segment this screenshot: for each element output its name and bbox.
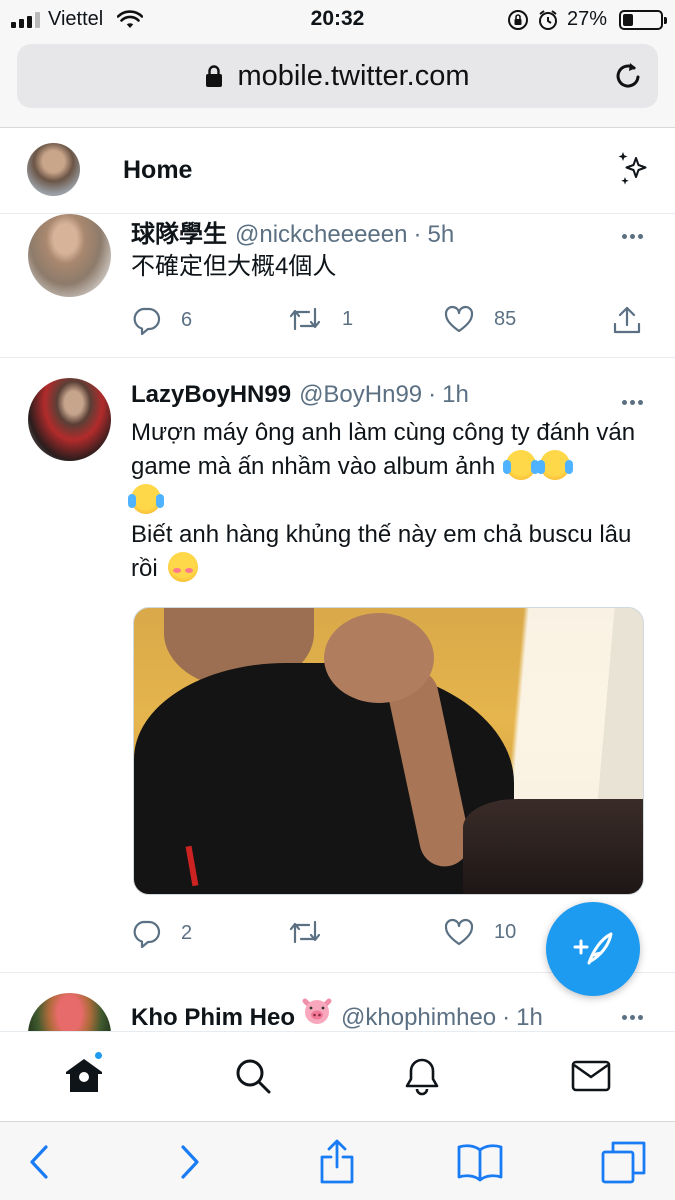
- tabs-button[interactable]: [599, 1137, 649, 1187]
- retweet-icon: [289, 920, 321, 944]
- tweet-header: Kho Phim Heo @khophimheo · 1h: [131, 997, 543, 1031]
- tweet-text: Mượn máy ông anh làm cùng công ty đánh v…: [128, 416, 636, 586]
- forward-button[interactable]: [165, 1137, 215, 1187]
- share-tweet-button[interactable]: [612, 305, 662, 335]
- share-icon: [320, 1139, 354, 1184]
- rotation-lock-icon: [507, 9, 528, 30]
- compose-tweet-button[interactable]: [546, 902, 640, 996]
- tweet-text: 不確定但大概4個人: [131, 253, 337, 280]
- author-handle[interactable]: @nickcheeeeen: [235, 221, 407, 249]
- bookmarks-icon: [457, 1144, 503, 1182]
- nav-home[interactable]: [62, 1050, 106, 1098]
- tweet-header: 球隊學生 @nickcheeeeen · 5h: [131, 214, 454, 249]
- reply-count: 6: [181, 308, 193, 331]
- author-name[interactable]: 球隊學生: [131, 214, 227, 249]
- more-options-icon[interactable]: [619, 226, 643, 244]
- avatar[interactable]: [28, 378, 111, 461]
- tweet-time[interactable]: 1h: [516, 1004, 543, 1031]
- reply-icon: [133, 920, 161, 948]
- like-button[interactable]: 10: [444, 918, 516, 946]
- twitter-bottom-nav: [0, 1031, 675, 1121]
- status-bar: Viettel 20:32 27%: [0, 0, 675, 40]
- profile-avatar[interactable]: [27, 143, 80, 196]
- pig-emoji: [302, 998, 332, 1024]
- tweet[interactable]: 球隊學生 @nickcheeeeen · 5h 不確定但大概4個人 6 1 85: [0, 214, 675, 357]
- alarm-icon: [538, 9, 557, 30]
- retweet-icon: [289, 307, 321, 331]
- share-button[interactable]: [312, 1137, 362, 1187]
- back-button[interactable]: [14, 1137, 64, 1187]
- search-icon: [236, 1059, 271, 1094]
- tweet-photo[interactable]: [133, 607, 644, 895]
- author-handle[interactable]: @BoyHn99: [299, 381, 422, 409]
- author-handle[interactable]: @khophimheo: [341, 1004, 496, 1031]
- like-count: 10: [494, 920, 517, 943]
- avatar[interactable]: [28, 214, 111, 297]
- retweet-button[interactable]: [288, 918, 342, 946]
- reply-button[interactable]: 2: [131, 918, 192, 948]
- lock-icon: [206, 65, 223, 87]
- page-title: Home: [123, 156, 193, 184]
- tweet[interactable]: LazyBoyHN99 @BoyHn99 · 1h Mượn máy ông a…: [0, 358, 675, 972]
- url-text: mobile.twitter.com: [237, 59, 470, 92]
- reload-icon[interactable]: [614, 60, 644, 92]
- separator-dot: ·: [502, 1004, 511, 1031]
- battery-percent: 27%: [566, 8, 607, 30]
- like-button[interactable]: 85: [444, 305, 516, 333]
- separator-dot: ·: [413, 221, 422, 248]
- reply-count: 2: [181, 921, 193, 944]
- tweet-time[interactable]: 5h: [427, 221, 454, 249]
- retweet-count: 1: [342, 307, 354, 330]
- reply-button[interactable]: 6: [131, 305, 192, 335]
- battery-icon: [619, 9, 667, 30]
- tweet-text-line: Biết anh hàng khủng thế này em chả buscu…: [131, 521, 632, 582]
- heart-icon: [444, 305, 474, 333]
- photo-content: [463, 799, 643, 894]
- home-icon: [66, 1059, 102, 1092]
- smiling-blush-emoji: [168, 552, 199, 582]
- tears-of-joy-emoji: [502, 450, 539, 480]
- nav-notifications[interactable]: [400, 1054, 444, 1098]
- forward-icon: [181, 1145, 199, 1179]
- tweet-header: LazyBoyHN99 @BoyHn99 · 1h: [131, 381, 469, 409]
- tears-of-joy-emoji: [536, 450, 573, 480]
- back-icon: [30, 1145, 48, 1179]
- status-right: 27%: [507, 8, 667, 31]
- bookmarks-button[interactable]: [455, 1137, 505, 1187]
- browser-address-area: mobile.twitter.com: [0, 40, 675, 128]
- mail-icon: [571, 1060, 611, 1092]
- nav-search[interactable]: [231, 1054, 275, 1098]
- tabs-icon: [601, 1141, 646, 1184]
- avatar[interactable]: [28, 993, 111, 1031]
- like-count: 85: [494, 307, 517, 330]
- tweet-time[interactable]: 1h: [442, 381, 469, 409]
- compose-tweet-icon: [573, 932, 613, 965]
- separator-dot: ·: [428, 381, 437, 408]
- author-name[interactable]: Kho Phim Heo: [131, 1004, 295, 1031]
- battery-level: [623, 13, 633, 26]
- nav-messages[interactable]: [569, 1054, 613, 1098]
- photo-content: [324, 613, 434, 703]
- reply-icon: [133, 307, 161, 335]
- share-icon: [613, 306, 641, 334]
- more-options-icon[interactable]: [619, 392, 643, 410]
- sparkle-icon[interactable]: [617, 150, 651, 188]
- address-bar[interactable]: mobile.twitter.com: [17, 44, 658, 108]
- safari-toolbar: [0, 1121, 675, 1200]
- tears-of-joy-emoji: [128, 484, 164, 514]
- more-options-icon[interactable]: [619, 1007, 643, 1025]
- retweet-button[interactable]: 1: [288, 305, 353, 333]
- tweet-actions: 6 1 85: [131, 305, 651, 339]
- notification-dot: [93, 1050, 104, 1061]
- twitter-header: Home: [0, 128, 675, 214]
- heart-icon: [444, 918, 474, 946]
- author-name[interactable]: LazyBoyHN99: [131, 381, 291, 409]
- bell-icon: [405, 1058, 439, 1096]
